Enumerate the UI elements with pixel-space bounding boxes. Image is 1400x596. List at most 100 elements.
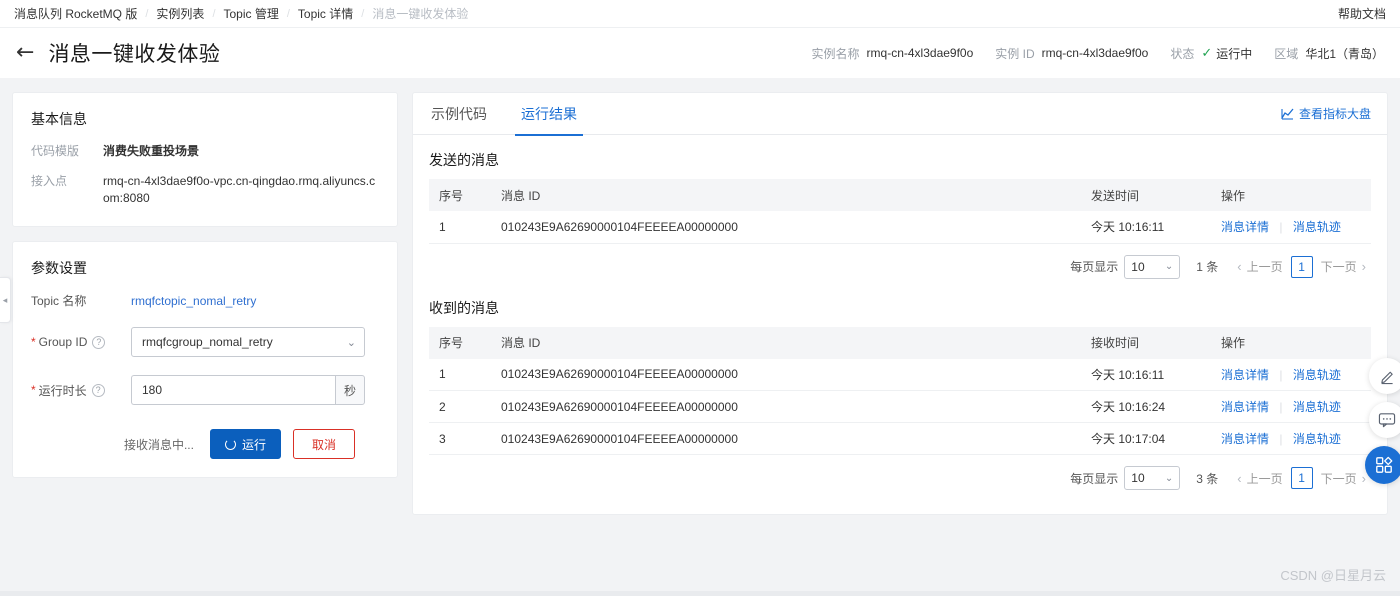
cancel-button[interactable]: 取消 (293, 429, 355, 459)
chevron-down-icon: ⌄ (1164, 472, 1174, 484)
page-number-1[interactable]: 1 (1290, 255, 1313, 278)
form-row-topic: Topic 名称 rmqfctopic_nomal_retry (13, 292, 397, 309)
main-content: 基本信息 代码模版 消费失败重投场景 接入点 rmq-cn-4xl3dae9f0… (0, 78, 1400, 515)
message-detail-link[interactable]: 消息详情 (1221, 400, 1269, 414)
cell-send-time: 今天 10:16:11 (1081, 211, 1211, 244)
meta-label: 实例 ID (995, 46, 1035, 61)
chevron-down-icon: ⌄ (346, 336, 356, 349)
th-message-id: 消息 ID (491, 326, 1081, 359)
page-number-1[interactable]: 1 (1290, 467, 1313, 489)
topic-label: Topic 名称 (31, 294, 87, 308)
cell-index: 3 (429, 422, 491, 455)
received-table-head: 序号 消息 ID 接收时间 操作 (429, 326, 1371, 359)
prev-page-arrow-icon[interactable]: ‹ (1232, 471, 1246, 486)
left-column: 基本信息 代码模版 消费失败重投场景 接入点 rmq-cn-4xl3dae9f0… (12, 92, 398, 478)
bottom-strip (0, 591, 1400, 596)
message-detail-link[interactable]: 消息详情 (1221, 220, 1269, 234)
cell-message-id: 010243E9A62690000104FEEEEA00000000 (491, 422, 1081, 455)
page-size-value: 10 (1131, 259, 1145, 274)
breadcrumb-bar: 消息队列 RocketMQ 版 / 实例列表 / Topic 管理 / Topi… (0, 0, 1400, 28)
back-arrow-icon[interactable]: ← (16, 42, 34, 64)
page-size-select[interactable]: 10 ⌄ (1124, 254, 1181, 279)
breadcrumb-separator: / (286, 7, 290, 20)
op-divider: | (1279, 400, 1283, 414)
table-row: 2 010243E9A62690000104FEEEEA00000000 今天 … (429, 390, 1371, 423)
cell-index: 2 (429, 390, 491, 423)
loading-spinner-icon (224, 438, 236, 450)
form-row-group: * Group ID ? rmqfcgroup_nomal_retry ⌄ (13, 327, 397, 357)
duration-unit: 秒 (335, 375, 365, 405)
page-header: ← 消息一键收发体验 实例名称 rmq-cn-4xl3dae9f0o 实例 ID… (0, 28, 1400, 78)
cell-receive-time: 今天 10:17:04 (1081, 422, 1211, 455)
group-id-label: * Group ID ? (31, 335, 131, 349)
cell-receive-time: 今天 10:16:11 (1081, 358, 1211, 391)
prev-page-button[interactable]: 上一页 (1247, 470, 1283, 487)
page-size-value: 10 (1131, 471, 1145, 485)
cell-message-id: 010243E9A62690000104FEEEEA00000000 (491, 358, 1081, 391)
topic-name-link[interactable]: rmqfctopic_nomal_retry (131, 294, 256, 308)
received-section-title: 收到的消息 (429, 299, 499, 316)
cell-message-id: 010243E9A62690000104FEEEEA00000000 (491, 211, 1081, 244)
breadcrumb-item-2[interactable]: Topic 管理 (224, 5, 279, 22)
breadcrumb-item-3[interactable]: Topic 详情 (298, 5, 353, 22)
next-page-button[interactable]: 下一页 (1321, 470, 1357, 487)
page-size-label: 每页显示 (1070, 471, 1119, 486)
breadcrumb-item-1[interactable]: 实例列表 (156, 5, 204, 22)
message-trace-link[interactable]: 消息轨迹 (1293, 432, 1341, 446)
breadcrumb-item-0[interactable]: 消息队列 RocketMQ 版 (14, 5, 137, 22)
help-circle-icon[interactable]: ? (91, 383, 105, 397)
tab-run-result[interactable]: 运行结果 (515, 93, 583, 136)
basic-info-card: 基本信息 代码模版 消费失败重投场景 接入点 rmq-cn-4xl3dae9f0… (12, 92, 398, 227)
cell-index: 1 (429, 358, 491, 391)
sidebar-collapse-handle[interactable]: ◂ (0, 277, 11, 323)
help-circle-icon[interactable]: ? (92, 335, 106, 349)
table-row: 1 010243E9A62690000104FEEEEA00000000 今天 … (429, 211, 1371, 244)
received-messages-table: 序号 消息 ID 接收时间 操作 1 010243E9A62690000104F… (429, 326, 1371, 455)
message-trace-link[interactable]: 消息轨迹 (1293, 368, 1341, 382)
total-count: 3 条 (1196, 471, 1219, 486)
duration-input[interactable] (131, 375, 335, 405)
breadcrumb: 消息队列 RocketMQ 版 / 实例列表 / Topic 管理 / Topi… (14, 5, 468, 22)
params-card: 参数设置 Topic 名称 rmqfctopic_nomal_retry * G… (12, 241, 398, 478)
view-metrics-dashboard-link[interactable]: 查看指标大盘 (1281, 105, 1371, 122)
floating-toolbar (1365, 358, 1400, 484)
breadcrumb-separator: / (145, 7, 149, 20)
prev-page-arrow-icon[interactable]: ‹ (1232, 259, 1246, 274)
edit-feedback-button[interactable] (1369, 358, 1400, 394)
params-title: 参数设置 (31, 260, 87, 276)
tab-bar: 示例代码 运行结果 查看指标大盘 (413, 93, 1387, 136)
apps-grid-button[interactable] (1365, 446, 1400, 484)
check-icon: ✓ (1201, 45, 1213, 60)
sent-messages-table: 序号 消息 ID 发送时间 操作 1 010243E9A62690000104F… (429, 179, 1371, 244)
group-id-select[interactable]: rmqfcgroup_nomal_retry ⌄ (131, 327, 365, 357)
duration-label: * 运行时长 ? (31, 382, 131, 399)
tab-run-result-label: 运行结果 (521, 105, 577, 122)
received-messages-section: 收到的消息 序号 消息 ID 接收时间 操作 1 010243E9A626900… (413, 298, 1387, 495)
info-row-template: 代码模版 消费失败重投场景 (13, 143, 397, 173)
sent-section-title: 发送的消息 (429, 152, 499, 168)
message-detail-link[interactable]: 消息详情 (1221, 432, 1269, 446)
page-size-select[interactable]: 10 ⌄ (1124, 466, 1181, 490)
message-trace-link[interactable]: 消息轨迹 (1293, 400, 1341, 414)
th-index: 序号 (429, 326, 491, 359)
total-count: 1 条 (1196, 260, 1219, 274)
cell-message-id: 010243E9A62690000104FEEEEA00000000 (491, 390, 1081, 423)
view-metrics-label: 查看指标大盘 (1298, 107, 1371, 121)
chat-support-button[interactable] (1369, 402, 1400, 438)
message-trace-link[interactable]: 消息轨迹 (1293, 220, 1341, 234)
meta-value: 华北1（青岛） (1305, 46, 1384, 61)
prev-page-button[interactable]: 上一页 (1247, 258, 1283, 275)
message-detail-link[interactable]: 消息详情 (1221, 368, 1269, 382)
next-page-button[interactable]: 下一页 (1321, 258, 1357, 275)
help-doc-link[interactable]: 帮助文档 (1338, 5, 1386, 22)
table-header-row: 序号 消息 ID 接收时间 操作 (429, 326, 1371, 359)
op-divider: | (1279, 367, 1283, 382)
sent-pagination: 每页显示 10 ⌄ 1 条 ‹ 上一页 1 下一页 › (429, 244, 1371, 283)
tab-sample-code[interactable]: 示例代码 (429, 93, 489, 135)
required-star: * (31, 383, 36, 397)
action-buttons: 接收消息中... 运行 取消 (13, 423, 397, 459)
run-button[interactable]: 运行 (209, 429, 281, 459)
meta-instance-id: 实例 ID rmq-cn-4xl3dae9f0o (995, 45, 1148, 62)
cell-operations: 消息详情 | 消息轨迹 (1211, 422, 1371, 455)
next-page-arrow-icon[interactable]: › (1357, 259, 1371, 274)
